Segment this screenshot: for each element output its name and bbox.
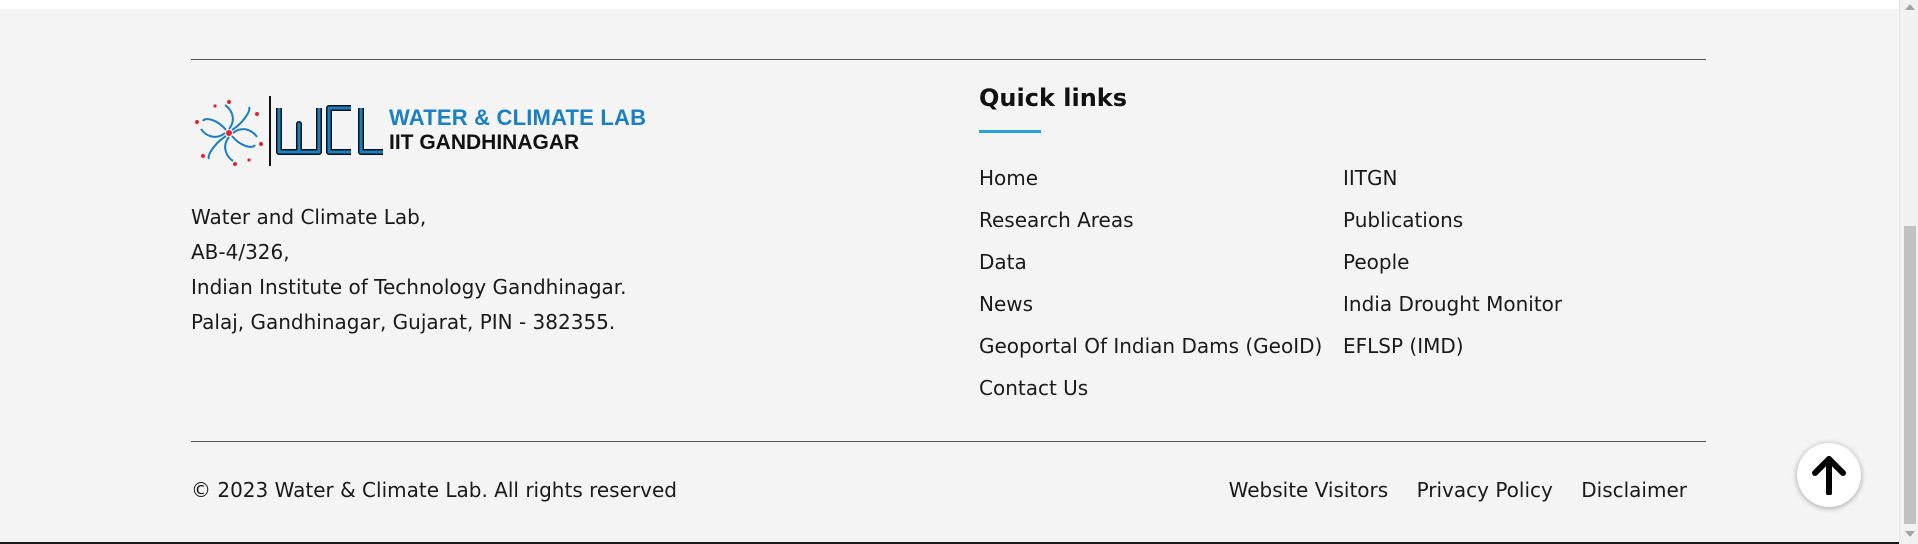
copyright-text: © 2023 Water & Climate Lab. All rights r… xyxy=(191,478,677,502)
scroll-down-arrow-icon[interactable] xyxy=(1905,531,1915,537)
address-line: Water and Climate Lab, xyxy=(191,205,427,229)
address-line: AB-4/326, xyxy=(191,240,290,264)
link-data[interactable]: Data xyxy=(979,246,1322,288)
footer-top-divider xyxy=(191,59,1706,60)
link-geoportal[interactable]: Geoportal Of Indian Dams (GeoID) xyxy=(979,330,1322,372)
link-home[interactable]: Home xyxy=(979,162,1322,204)
scrollbar-thumb[interactable] xyxy=(1904,226,1916,524)
link-eflsp-imd[interactable]: EFLSP (IMD) xyxy=(1343,330,1562,372)
quick-links-title: Quick links xyxy=(979,84,1128,112)
address-line: Indian Institute of Technology Gandhinag… xyxy=(191,275,627,299)
link-news[interactable]: News xyxy=(979,288,1322,330)
logo-title: WATER & CLIMATE LAB xyxy=(389,105,647,130)
back-to-top-button[interactable] xyxy=(1797,443,1861,507)
site-footer: WATER & CLIMATE LAB IIT GANDHINAGAR Wate… xyxy=(0,9,1899,542)
logo-subtitle: IIT GANDHINAGAR xyxy=(389,131,580,154)
scroll-up-arrow-icon[interactable] xyxy=(1905,4,1915,10)
address-block: Water and Climate Lab, AB-4/326, Indian … xyxy=(191,200,627,340)
link-privacy-policy[interactable]: Privacy Policy xyxy=(1417,478,1553,502)
link-people[interactable]: People xyxy=(1343,246,1562,288)
vertical-scrollbar[interactable] xyxy=(1899,0,1918,544)
link-iitgn[interactable]: IITGN xyxy=(1343,162,1562,204)
address-line: Palaj, Gandhinagar, Gujarat, PIN - 38235… xyxy=(191,310,616,334)
link-publications[interactable]: Publications xyxy=(1343,204,1562,246)
link-india-drought-monitor[interactable]: India Drought Monitor xyxy=(1343,288,1562,330)
arrow-up-icon xyxy=(1812,456,1846,495)
quick-links-underline xyxy=(979,130,1041,133)
quick-links-right-column: IITGN Publications People India Drought … xyxy=(1343,162,1562,372)
footer-bottom-divider xyxy=(191,441,1706,442)
link-disclaimer[interactable]: Disclaimer xyxy=(1581,478,1687,502)
legal-links: Website Visitors Privacy Policy Disclaim… xyxy=(1207,478,1687,502)
quick-links-left-column: Home Research Areas Data News Geoportal … xyxy=(979,162,1322,414)
link-website-visitors[interactable]: Website Visitors xyxy=(1229,478,1389,502)
link-contact-us[interactable]: Contact Us xyxy=(979,372,1322,414)
link-research-areas[interactable]: Research Areas xyxy=(979,204,1322,246)
